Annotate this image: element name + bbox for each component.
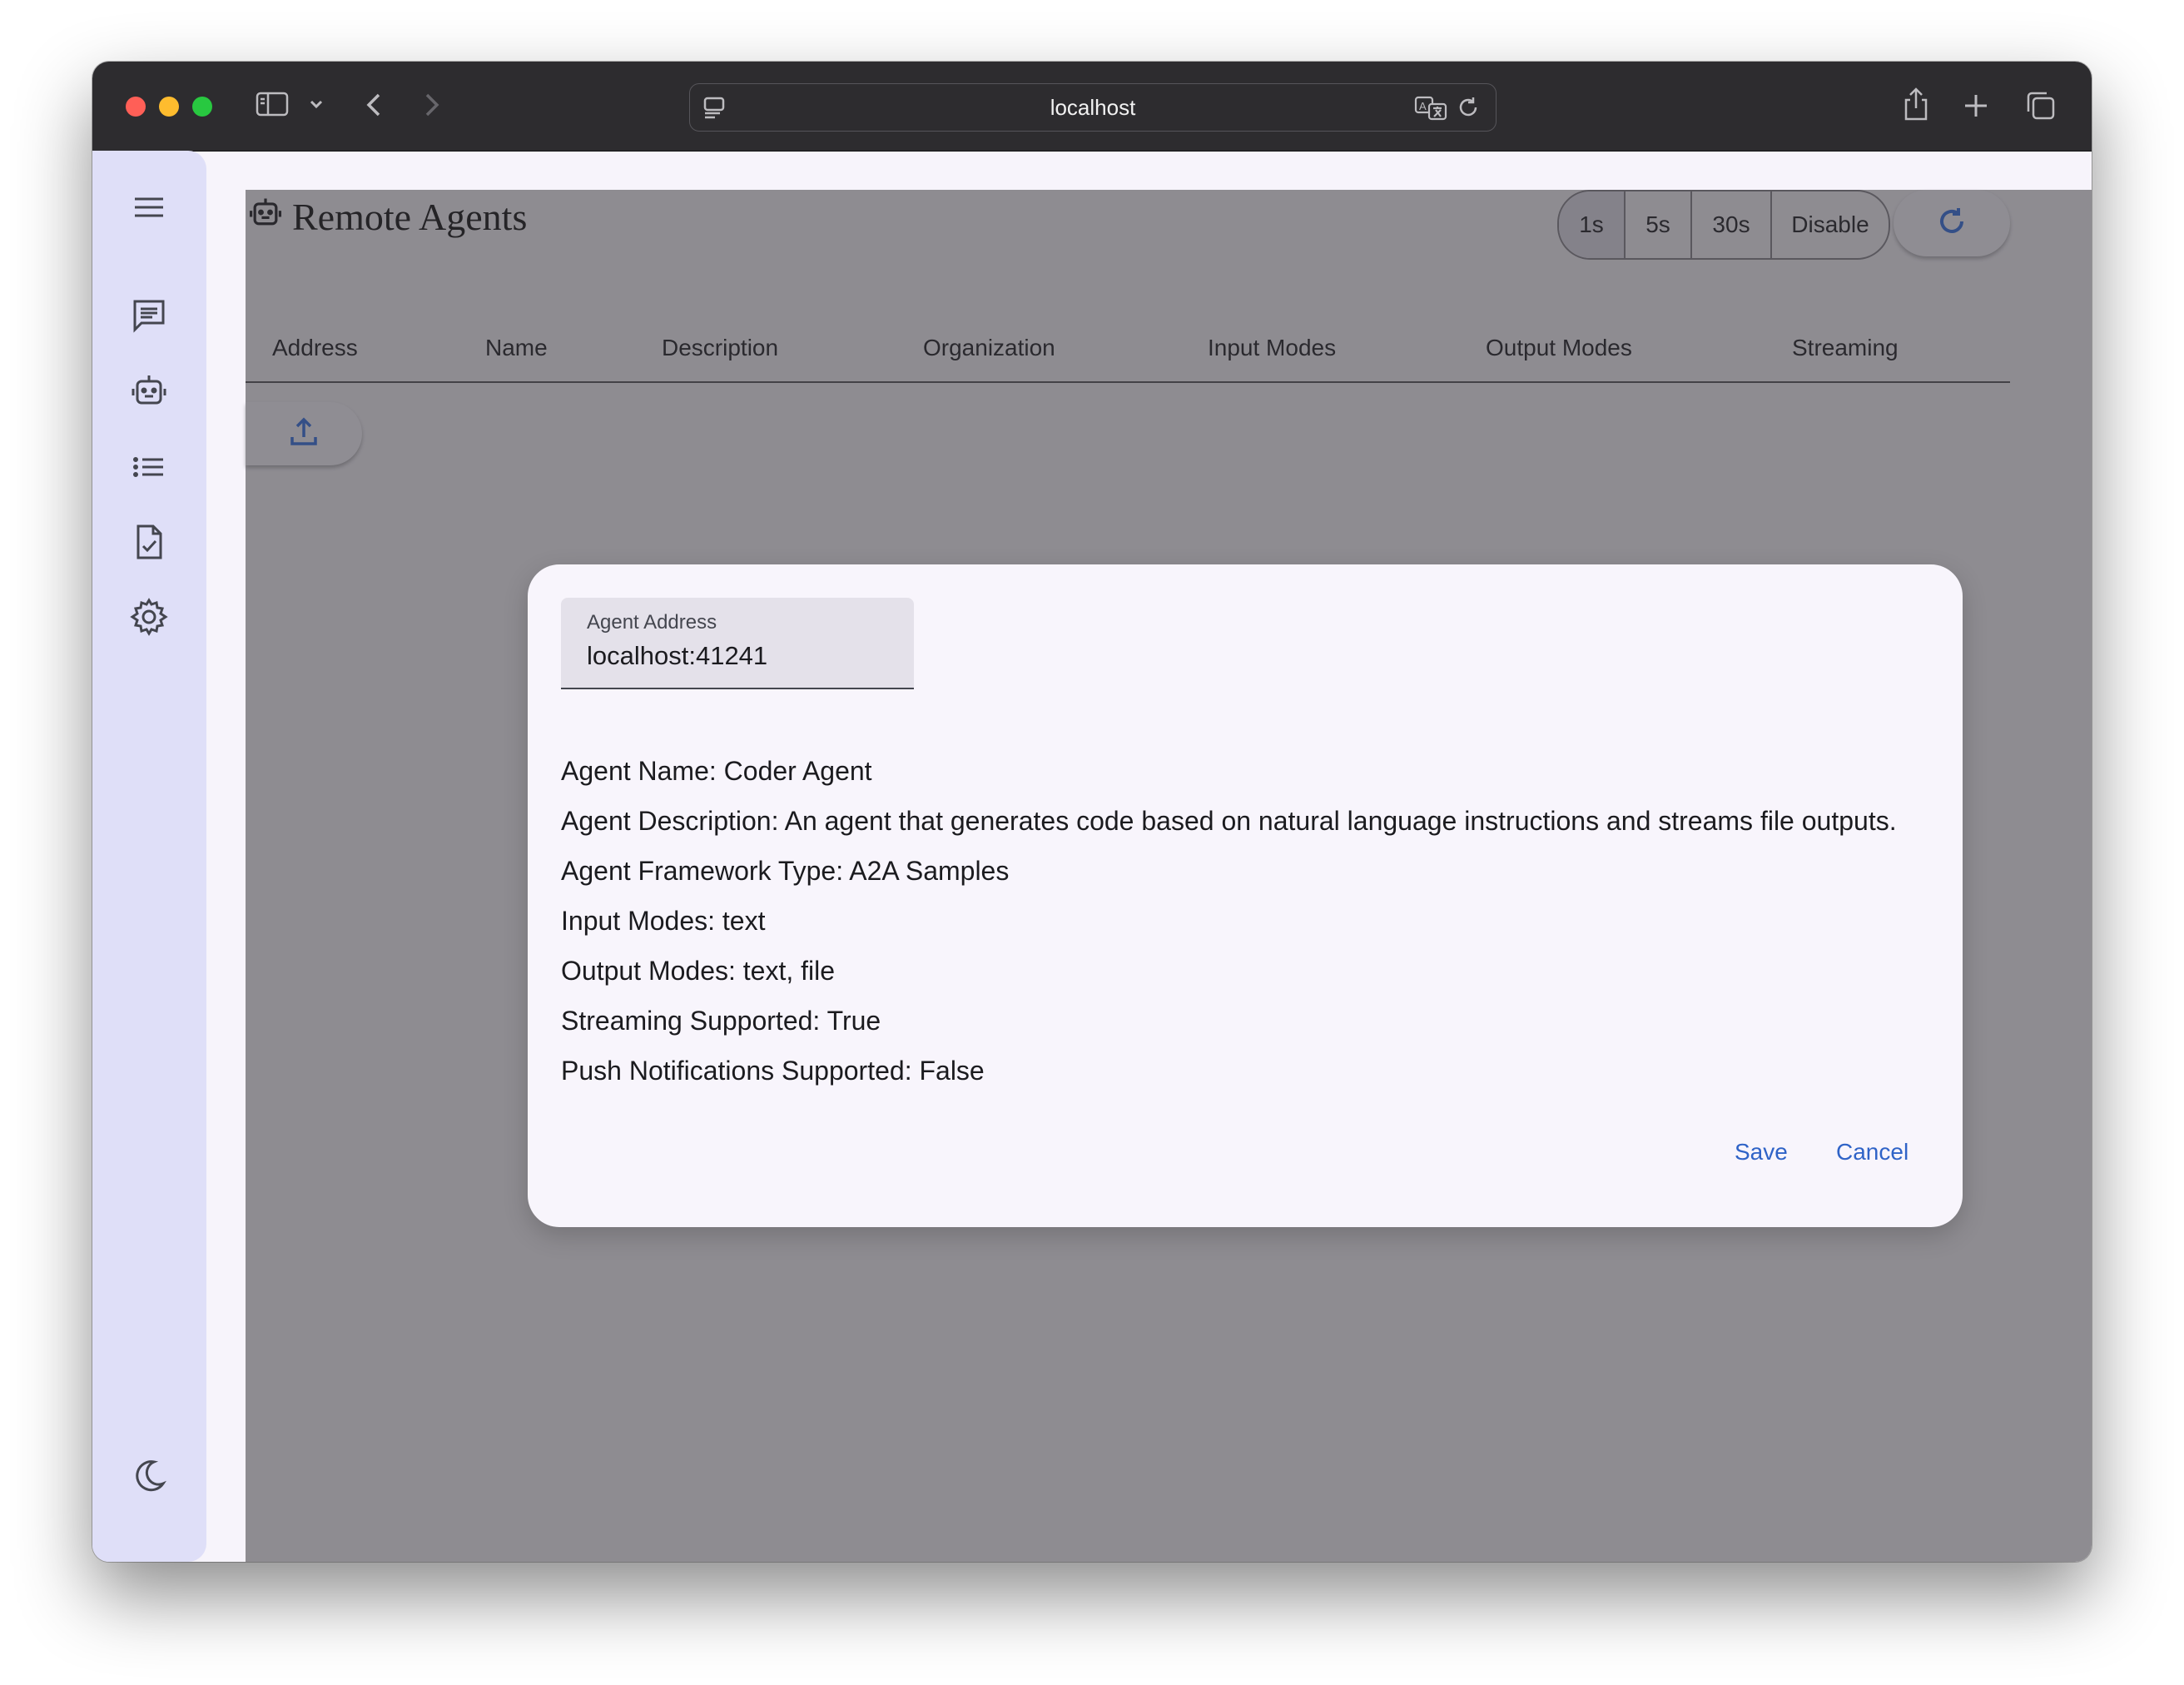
agent-framework-text: Agent Framework Type: A2A Samples — [561, 856, 1010, 886]
gear-icon[interactable] — [129, 597, 169, 637]
task-icon[interactable] — [129, 522, 169, 562]
cancel-button[interactable]: Cancel — [1836, 1139, 1909, 1166]
new-tab-icon[interactable] — [1963, 93, 1988, 118]
chevron-down-icon[interactable] — [309, 97, 324, 112]
browser-window: localhost A Remote Agents 1s 5s 30s Disa… — [92, 62, 2092, 1562]
side-nav — [92, 151, 206, 1562]
reload-icon[interactable] — [1456, 95, 1481, 120]
robot-icon[interactable] — [129, 370, 169, 410]
back-icon[interactable] — [364, 92, 384, 118]
zoom-window-button[interactable] — [192, 97, 212, 117]
agent-name-text: Agent Name: Coder Agent — [561, 756, 872, 786]
agent-description-text: Agent Description: An agent that generat… — [561, 806, 1897, 836]
chat-icon[interactable] — [129, 296, 169, 336]
share-icon[interactable] — [1902, 87, 1930, 122]
url-text: localhost — [1050, 95, 1136, 120]
input-modes-text: Input Modes: text — [561, 906, 766, 936]
sidebar-toggle-icon[interactable] — [256, 92, 289, 117]
push-notifications-text: Push Notifications Supported: False — [561, 1056, 985, 1086]
tab-overview-icon[interactable] — [2025, 90, 2057, 122]
agent-details-dialog: Agent Address localhost:41241 Agent Name… — [528, 564, 1963, 1227]
save-button[interactable]: Save — [1735, 1139, 1788, 1166]
browser-titlebar: localhost A — [92, 62, 2092, 152]
streaming-supported-text: Streaming Supported: True — [561, 1006, 881, 1036]
menu-icon[interactable] — [129, 187, 169, 227]
forward-icon[interactable] — [422, 92, 442, 118]
output-modes-text: Output Modes: text, file — [561, 956, 836, 986]
agent-address-field[interactable]: Agent Address localhost:41241 — [561, 598, 914, 689]
close-window-button[interactable] — [126, 97, 146, 117]
list-icon[interactable] — [129, 447, 169, 487]
moon-icon[interactable] — [129, 1456, 169, 1496]
address-bar[interactable]: localhost A — [689, 83, 1497, 132]
agent-address-label: Agent Address — [587, 611, 717, 634]
svg-text:A: A — [1419, 100, 1427, 112]
agent-address-input[interactable]: localhost:41241 — [587, 641, 767, 671]
translate-icon[interactable]: A — [1414, 94, 1447, 121]
minimize-window-button[interactable] — [159, 97, 179, 117]
